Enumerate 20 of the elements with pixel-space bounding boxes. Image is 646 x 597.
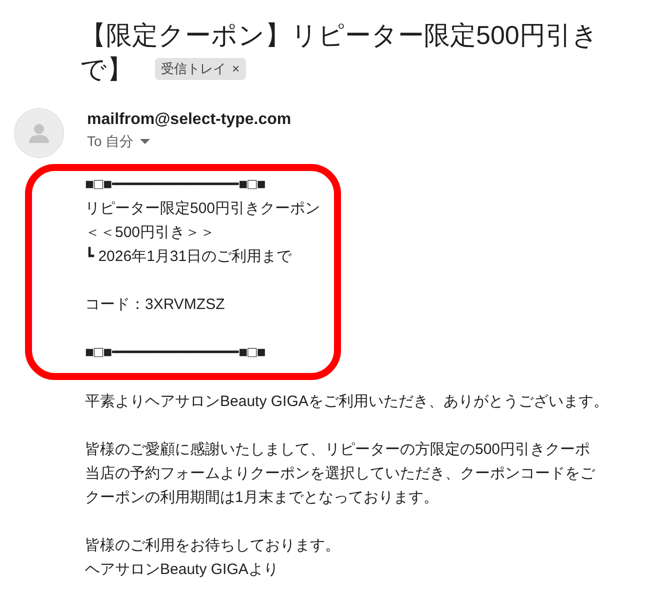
coupon-text: ＜＜500円引き＞＞	[85, 223, 216, 243]
body-text: 平素よりヘアサロンBeauty GIGAをご利用いただき、ありがとうございます。	[85, 392, 610, 412]
body-text: 当店の予約フォームよりクーポンを選択していただき、クーポンコードをご	[85, 464, 596, 484]
email-subject: 【限定クーポン】リピーター限定500円引き	[80, 19, 600, 52]
remove-label-button[interactable]: ×	[232, 59, 240, 79]
label-chip: 受信トレイ ×	[155, 58, 246, 80]
recipient-text: To 自分	[87, 133, 134, 151]
body-text: 皆様のご利用をお待ちしております。	[85, 536, 341, 556]
coupon-text: ■□■━━━━━━━━━━━━━━■□■	[85, 343, 267, 363]
coupon-text: ■□■━━━━━━━━━━━━━━■□■	[85, 175, 267, 195]
coupon-text: リピーター限定500円引きクーポン	[85, 199, 322, 219]
sender-address: mailfrom@select-type.com	[87, 111, 292, 129]
person-icon	[28, 122, 50, 144]
body-text: 皆様のご愛顧に感謝いたしまして、リピーターの方限定の500円引きクーポ	[85, 440, 592, 460]
coupon-text: コード：3XRVMZSZ	[85, 295, 226, 315]
body-text: ヘアサロンBeauty GIGAより	[85, 560, 280, 580]
email-subject: で】	[80, 53, 133, 86]
coupon-text: ┗ 2026年1月31日のご利用まで	[85, 246, 293, 267]
body-text: クーポンの利用期間は1月末までとなっております。	[85, 488, 440, 508]
caret-icon[interactable]	[140, 139, 150, 145]
